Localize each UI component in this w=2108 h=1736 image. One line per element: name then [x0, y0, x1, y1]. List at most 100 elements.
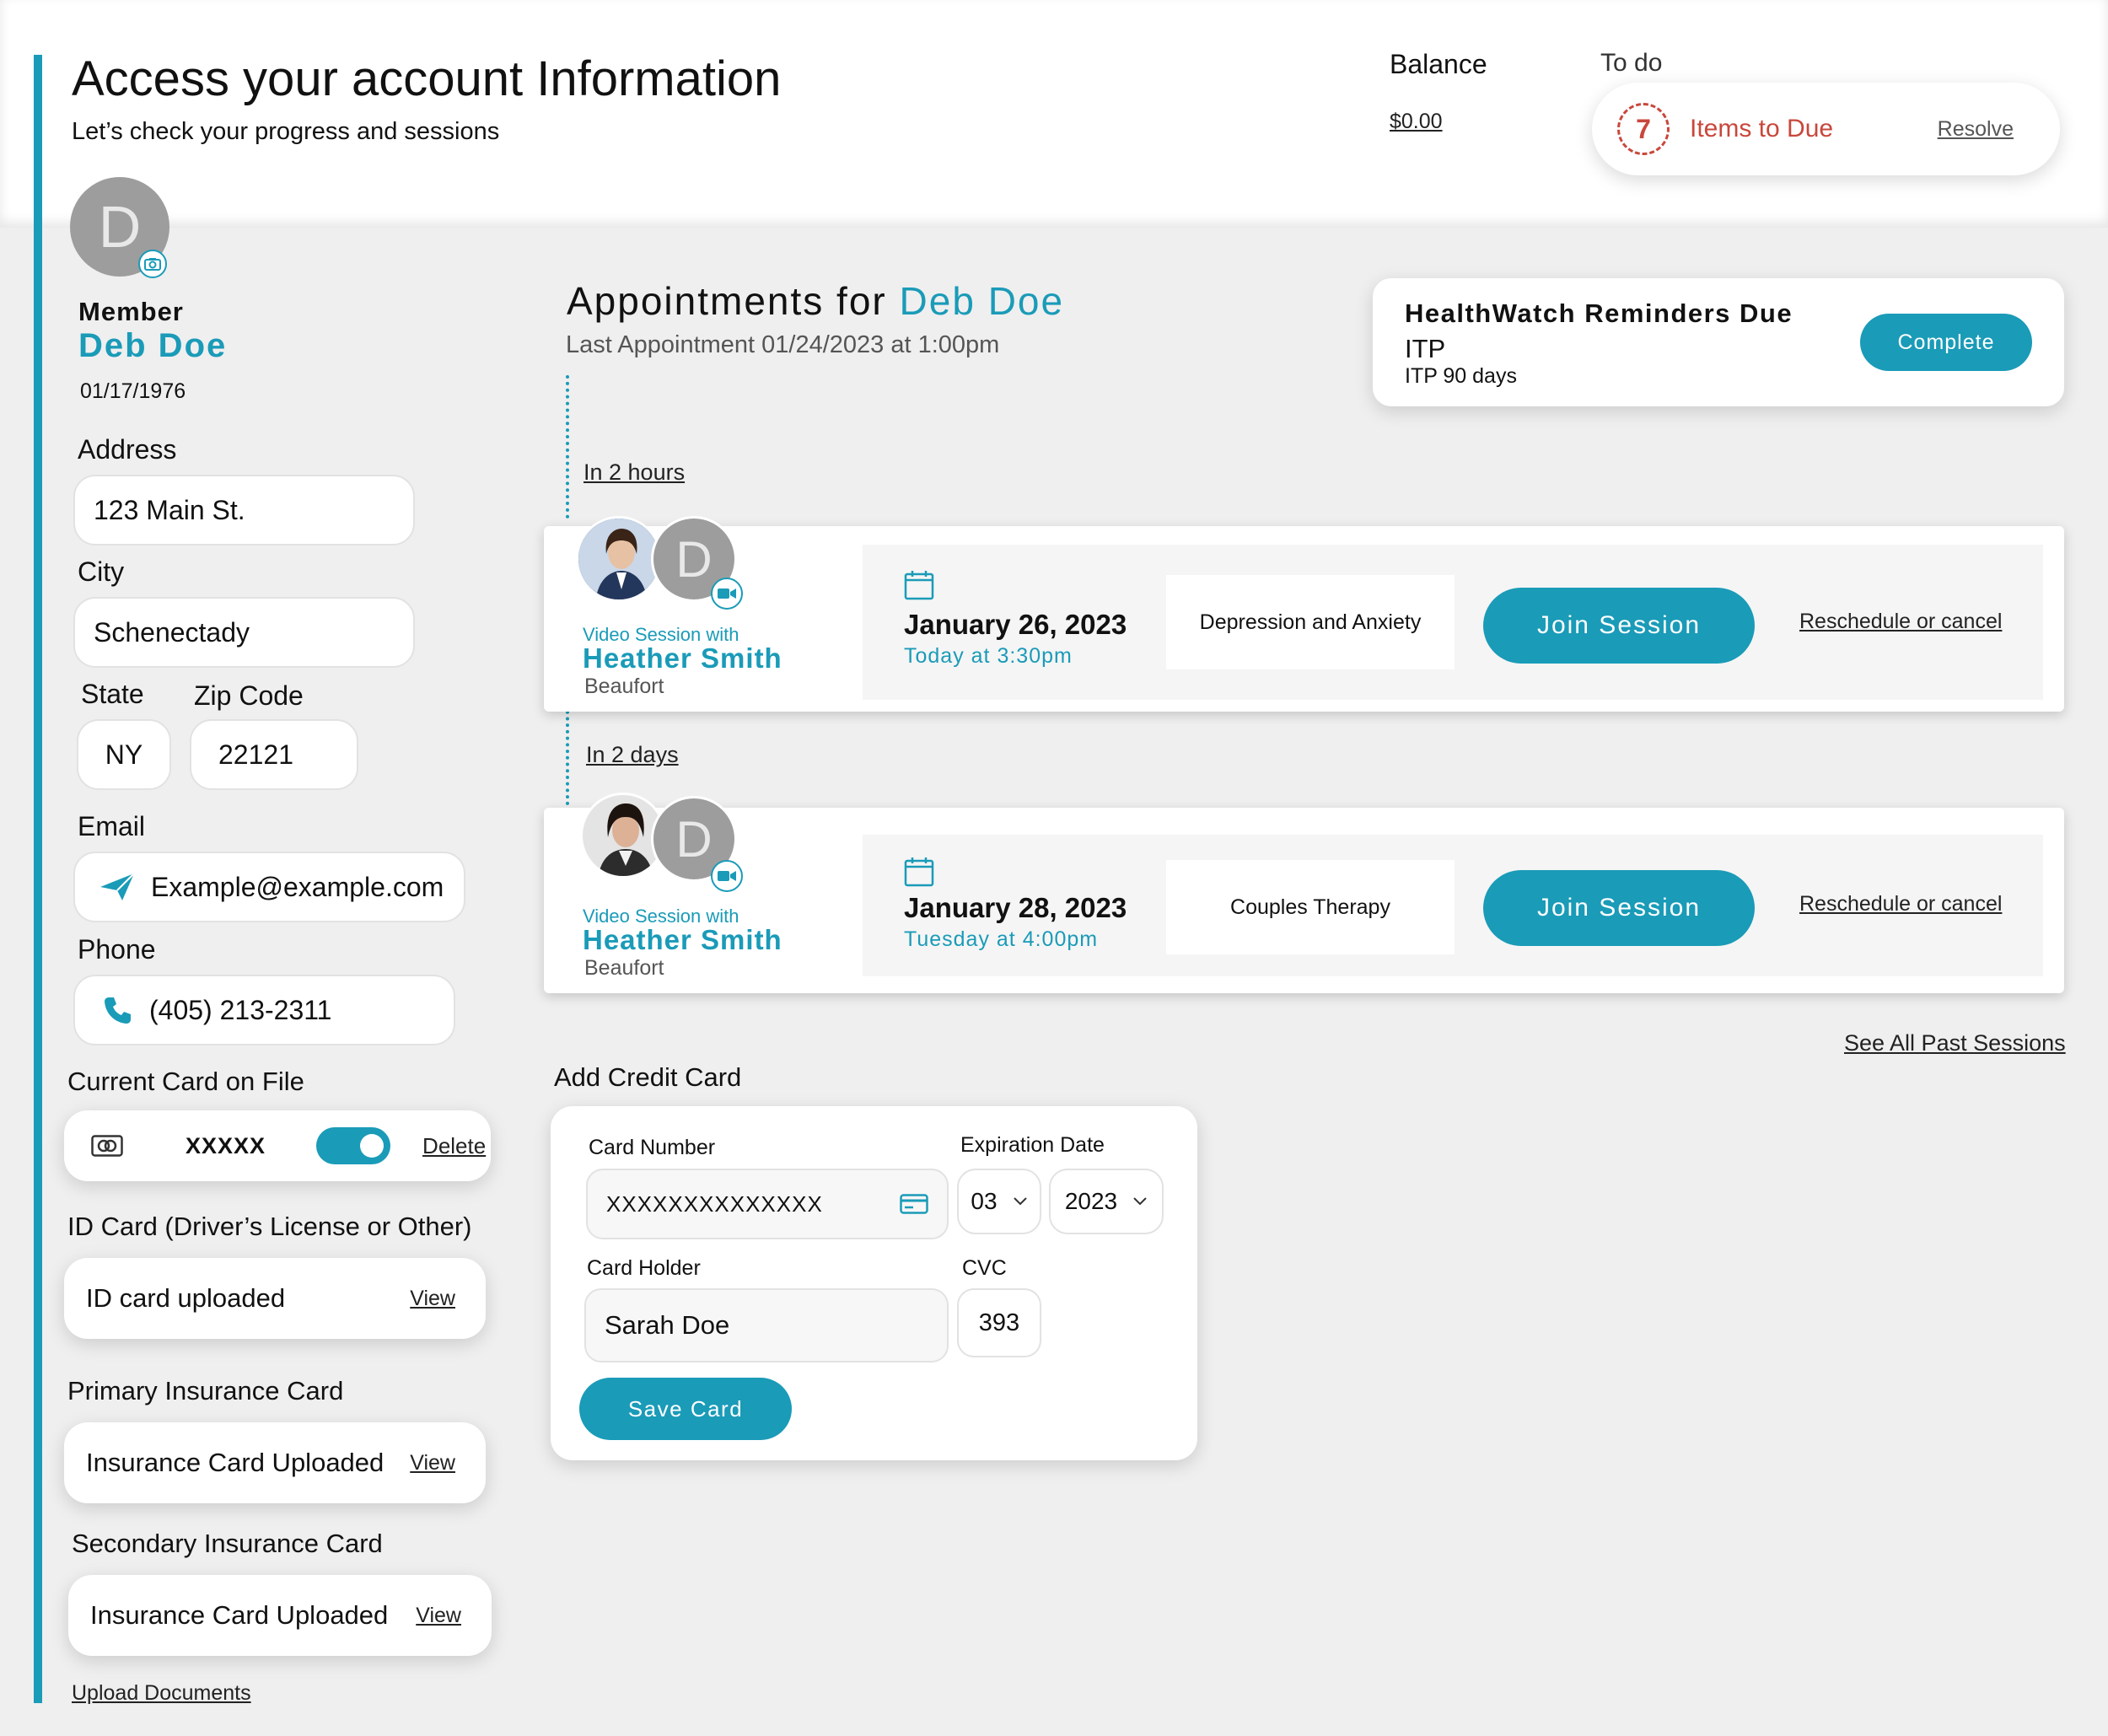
phone-icon — [105, 997, 131, 1024]
last-appointment: Last Appointment 01/24/2023 at 1:00pm — [566, 331, 1000, 358]
provider-photo — [576, 516, 662, 602]
city-label: City — [78, 556, 125, 587]
phone-value: (405) 213-2311 — [149, 994, 332, 1025]
page-subtitle: Let’s check your progress and sessions — [72, 118, 500, 145]
balance-amount[interactable]: $0.00 — [1390, 110, 1443, 134]
calendar-icon — [904, 571, 934, 600]
id-card-label: ID Card (Driver’s License or Other) — [67, 1212, 472, 1241]
provider-name: Heather Smith — [583, 924, 782, 955]
phone-field[interactable]: (405) 213-2311 — [73, 975, 455, 1045]
see-all-past-sessions-link[interactable]: See All Past Sessions — [1844, 1030, 2066, 1056]
camera-icon[interactable] — [138, 250, 167, 278]
exp-month-value: 03 — [971, 1188, 998, 1214]
id-card-status: ID card uploaded — [86, 1283, 286, 1313]
phone-label: Phone — [78, 934, 156, 965]
reminder-detail: ITP 90 days — [1405, 364, 1517, 388]
zip-field[interactable]: 22121 — [190, 719, 358, 790]
save-card-button[interactable]: Save Card — [579, 1378, 792, 1440]
chevron-down-icon — [1133, 1197, 1147, 1206]
reminders-card: HealthWatch Reminders Due ITP ITP 90 day… — [1373, 278, 2064, 406]
todo-text: Items to Due — [1690, 115, 1834, 142]
card-holder-field[interactable]: Sarah Doe — [584, 1288, 949, 1362]
video-camera-icon — [711, 578, 743, 610]
todo-count-badge: 7 — [1617, 103, 1670, 155]
accent-bar — [34, 55, 42, 1703]
card-number-masked: XXXXX — [186, 1132, 266, 1158]
exp-year-select[interactable]: 2023 — [1049, 1169, 1164, 1234]
secondary-insurance-box: Insurance Card Uploaded View — [68, 1575, 492, 1656]
todo-card: 7 Items to Due Resolve — [1592, 83, 2060, 175]
appointments-title: Appointments for Deb Doe — [567, 278, 1064, 324]
primary-insurance-box: Insurance Card Uploaded View — [64, 1422, 486, 1503]
appointment-when[interactable]: In 2 days — [586, 742, 679, 768]
video-camera-icon — [711, 860, 743, 892]
appointments-title-name: Deb Doe — [899, 279, 1065, 323]
reminder-item: ITP — [1405, 334, 1446, 363]
appointment-topic: Depression and Anxiety — [1166, 575, 1455, 669]
appointment-topic: Couples Therapy — [1166, 860, 1455, 954]
resolve-link[interactable]: Resolve — [1938, 117, 2014, 142]
reschedule-link[interactable]: Reschedule or cancel — [1799, 892, 2002, 916]
timeline-line — [566, 375, 569, 519]
credit-card-icon — [900, 1194, 928, 1214]
card-holder-label: Card Holder — [587, 1256, 701, 1280]
email-value: Example@example.com — [151, 871, 444, 902]
secondary-insurance-label: Secondary Insurance Card — [72, 1529, 383, 1558]
upload-documents-link[interactable]: Upload Documents — [72, 1681, 251, 1706]
credit-card-form: Card Number XXXXXXXXXXXXXX Expiration Da… — [551, 1106, 1197, 1460]
id-card-box: ID card uploaded View — [64, 1258, 486, 1339]
member-name: Deb Doe — [78, 327, 228, 364]
secondary-insurance-status: Insurance Card Uploaded — [90, 1600, 389, 1630]
member-role: Member — [78, 297, 184, 326]
reminders-title: HealthWatch Reminders Due — [1405, 298, 1793, 328]
card-toggle[interactable] — [316, 1127, 391, 1164]
primary-insurance-view-link[interactable]: View — [410, 1451, 455, 1475]
city-field[interactable]: Schenectady — [73, 597, 415, 668]
send-icon — [100, 873, 135, 900]
state-label: State — [81, 679, 144, 709]
expiration-label: Expiration Date — [960, 1133, 1105, 1157]
provider-location: Beaufort — [584, 956, 664, 980]
state-field[interactable]: NY — [77, 719, 171, 790]
appointments-title-prefix: Appointments for — [567, 279, 887, 323]
add-credit-card-title: Add Credit Card — [554, 1062, 742, 1092]
reschedule-link[interactable]: Reschedule or cancel — [1799, 610, 2002, 634]
join-session-button[interactable]: Join Session — [1483, 588, 1755, 664]
secondary-insurance-view-link[interactable]: View — [416, 1604, 461, 1628]
zip-label: Zip Code — [194, 680, 304, 711]
address-label: Address — [78, 434, 177, 465]
cvc-field[interactable]: 393 — [957, 1288, 1041, 1357]
email-label: Email — [78, 811, 146, 841]
appointment-when[interactable]: In 2 hours — [583, 460, 685, 486]
primary-insurance-status: Insurance Card Uploaded — [86, 1448, 384, 1477]
address-field[interactable]: 123 Main St. — [73, 475, 415, 546]
primary-insurance-label: Primary Insurance Card — [67, 1376, 344, 1405]
complete-button[interactable]: Complete — [1860, 314, 2032, 371]
card-number-field[interactable]: XXXXXXXXXXXXXX — [586, 1169, 949, 1239]
chevron-down-icon — [1013, 1197, 1027, 1206]
appointment-date: January 26, 2023 — [904, 609, 1127, 640]
timeline-line — [566, 704, 569, 805]
join-session-button[interactable]: Join Session — [1483, 870, 1755, 946]
card-number-label: Card Number — [589, 1136, 716, 1159]
exp-month-select[interactable]: 03 — [957, 1169, 1041, 1234]
card-icon — [91, 1135, 123, 1157]
provider-location: Beaufort — [584, 675, 664, 698]
calendar-icon — [904, 857, 934, 887]
id-card-view-link[interactable]: View — [410, 1287, 455, 1311]
delete-card-link[interactable]: Delete — [422, 1133, 486, 1159]
page-title: Access your account Information — [72, 51, 782, 106]
provider-name: Heather Smith — [583, 642, 782, 674]
appointment-time: Today at 3:30pm — [904, 644, 1073, 668]
cvc-label: CVC — [962, 1256, 1007, 1280]
card-on-file-label: Current Card on File — [67, 1067, 304, 1096]
card-number-value: XXXXXXXXXXXXXX — [606, 1190, 823, 1217]
appointment-date: January 28, 2023 — [904, 892, 1127, 923]
appointment-time: Tuesday at 4:00pm — [904, 927, 1099, 951]
todo-label: To do — [1600, 49, 1663, 77]
card-on-file-box: XXXXX Delete — [64, 1110, 491, 1181]
email-field[interactable]: Example@example.com — [73, 852, 465, 922]
balance-label: Balance — [1390, 49, 1487, 79]
exp-year-value: 2023 — [1064, 1188, 1118, 1214]
member-dob: 01/17/1976 — [80, 379, 186, 403]
